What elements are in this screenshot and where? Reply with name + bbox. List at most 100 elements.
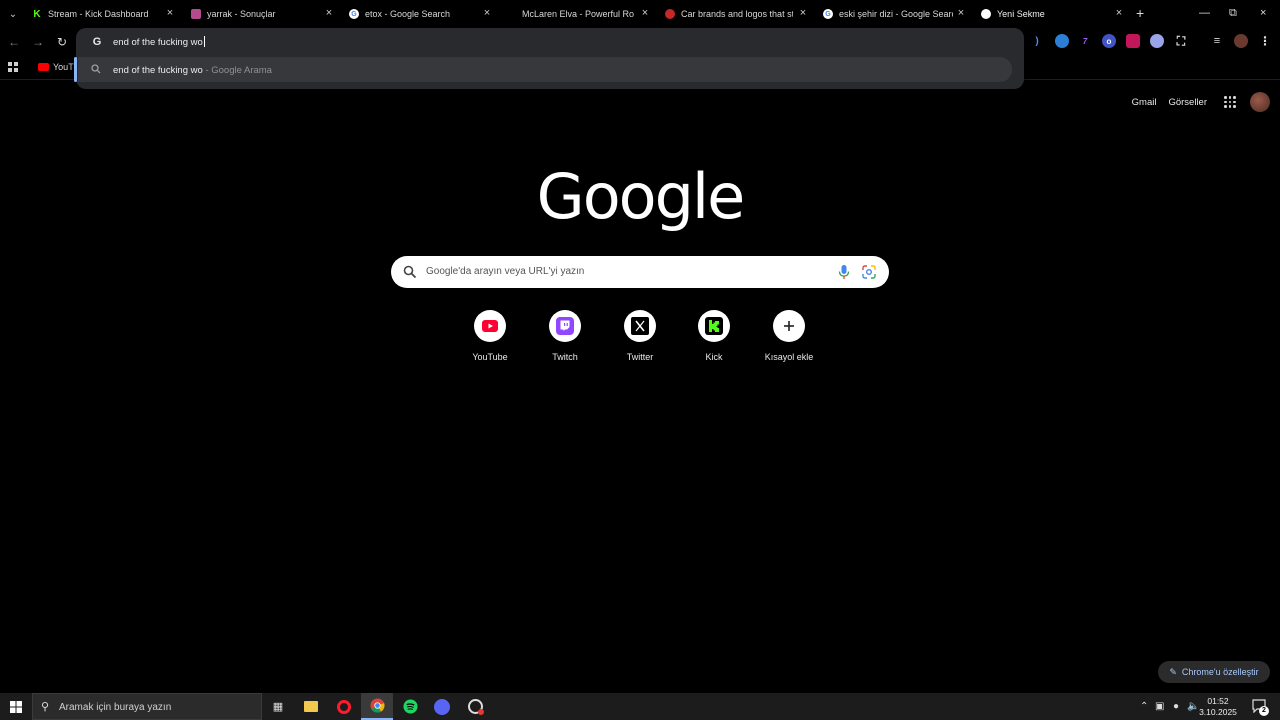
tab-yarrak-results[interactable]: yarrak - Sonuçlar	[191, 4, 321, 24]
extensions-puzzle-icon[interactable]: ⛶	[1174, 34, 1188, 48]
customize-label: Chrome'u özelleştir	[1181, 667, 1259, 677]
text-caret	[203, 36, 205, 47]
spotify-icon	[402, 699, 418, 714]
close-tab-icon[interactable]: ×	[1114, 8, 1124, 19]
gauge-icon	[467, 699, 484, 715]
tab-title: eski şehir dizi - Google Search	[839, 9, 953, 19]
tab-car-brands[interactable]: Car brands and logos that start	[665, 4, 793, 24]
taskbar-app-gauge[interactable]	[459, 693, 491, 720]
chrome-icon	[369, 698, 385, 713]
extension-blue-icon[interactable]	[1055, 34, 1069, 48]
taskbar-spotify[interactable]	[394, 693, 426, 720]
media-control-icon[interactable]: ≡	[1210, 34, 1224, 48]
x-icon	[631, 317, 649, 335]
minimize-icon[interactable]: —	[1199, 6, 1210, 20]
omnibox-suggestion[interactable]: end of the fucking wo - Google Arama	[78, 57, 1012, 82]
shortcut-twitter[interactable]: Twitter	[605, 310, 675, 362]
taskbar-chrome[interactable]	[361, 693, 393, 720]
extension-sound-icon[interactable]: )	[1030, 34, 1044, 48]
restore-icon[interactable]: ⧉	[1229, 6, 1237, 20]
tab-title: etox - Google Search	[365, 9, 451, 19]
tab-eski-sehir-search[interactable]: G eski şehir dizi - Google Search	[823, 4, 953, 24]
close-tab-icon[interactable]: ×	[165, 8, 175, 19]
shortcut-twitch[interactable]: Twitch	[530, 310, 600, 362]
folder-icon	[304, 701, 318, 712]
profile-avatar[interactable]	[1234, 34, 1248, 48]
windows-start-button[interactable]	[0, 693, 32, 720]
close-tab-icon[interactable]: ×	[956, 8, 966, 19]
suggestion-text: end of the fucking wo - Google Arama	[113, 65, 272, 76]
google-g-icon: G	[92, 36, 102, 48]
shortcut-kick[interactable]: Kick	[679, 310, 749, 362]
tab-mclaren-elva[interactable]: McLaren Elva - Powerful Roadst	[508, 4, 634, 24]
show-hidden-icons-chevron-icon[interactable]: ⌃	[1140, 701, 1148, 712]
tab-title: McLaren Elva - Powerful Roadst	[522, 9, 634, 19]
kick-icon	[705, 317, 723, 335]
shortcut-tile	[624, 310, 656, 342]
shortcut-add[interactable]: Kısayol ekle	[754, 310, 824, 362]
window-close-icon[interactable]: ×	[1260, 6, 1266, 20]
taskbar-file-explorer[interactable]	[295, 693, 327, 720]
tab-title: Yeni Sekme	[997, 9, 1045, 19]
chrome-icon	[981, 9, 991, 19]
suggestion-highlight-bar	[74, 57, 77, 82]
images-link[interactable]: Görseller	[1168, 97, 1207, 108]
taskbar-discord[interactable]	[426, 693, 458, 720]
plus-icon	[784, 321, 794, 331]
close-tab-icon[interactable]: ×	[482, 8, 492, 19]
network-icon[interactable]: ▣	[1155, 701, 1164, 712]
mclaren-icon	[508, 9, 516, 19]
shortcut-label: Kısayol ekle	[764, 352, 814, 362]
shortcut-youtube[interactable]: YouTube	[455, 310, 525, 362]
tab-new-tab[interactable]: Yeni Sekme	[981, 4, 1111, 24]
tab-search-chevron-icon[interactable]: ⌄	[4, 5, 22, 23]
extension-shield-icon[interactable]	[1126, 34, 1140, 48]
site-icon	[191, 9, 201, 19]
taskbar-opera[interactable]	[328, 693, 360, 720]
apps-grid-icon[interactable]	[8, 62, 18, 72]
tab-etox-search[interactable]: G etox - Google Search	[349, 4, 479, 24]
extension-round-icon[interactable]	[1150, 34, 1164, 48]
back-arrow-icon[interactable]: ←	[5, 33, 23, 51]
extension-violet-icon[interactable]: 7	[1078, 34, 1092, 48]
close-tab-icon[interactable]: ×	[798, 8, 808, 19]
google-header-links: Gmail Görseller	[1120, 92, 1270, 112]
notification-count-badge: 2	[1259, 706, 1269, 716]
extension-circle-icon[interactable]: o	[1102, 34, 1116, 48]
system-clock[interactable]: 01:52 3.10.2025	[1196, 696, 1240, 718]
address-bar-input[interactable]: end of the fucking wo	[113, 36, 205, 48]
task-view-button[interactable]: ▦	[262, 693, 294, 720]
tab-title: yarrak - Sonuçlar	[207, 9, 276, 19]
new-tab-plus-icon[interactable]: +	[1136, 6, 1144, 20]
opera-icon	[337, 699, 351, 714]
shortcut-label: Kick	[705, 352, 723, 362]
close-tab-icon[interactable]: ×	[324, 8, 334, 19]
clock-time: 01:52	[1207, 696, 1229, 706]
google-apps-icon[interactable]	[1224, 96, 1236, 108]
windows-taskbar: ⚲ Aramak için buraya yazın ▦ ⌃ ▣ ● 🔈 01:…	[0, 693, 1280, 720]
bookmark-youtube[interactable]: YouTu	[38, 62, 78, 72]
voice-search-mic-icon[interactable]	[838, 264, 850, 280]
shortcut-label: Twitch	[552, 352, 578, 362]
omnibox-dropdown: G end of the fucking wo end of the fucki…	[74, 28, 1024, 89]
close-tab-icon[interactable]: ×	[640, 8, 650, 19]
search-icon: ⚲	[41, 701, 50, 713]
account-avatar[interactable]	[1250, 92, 1270, 112]
gmail-link[interactable]: Gmail	[1132, 97, 1157, 108]
reload-icon[interactable]: ↻	[53, 33, 71, 51]
taskbar-search-box[interactable]: ⚲ Aramak için buraya yazın	[32, 693, 262, 720]
menu-kebab-icon[interactable]: ⋮	[1258, 34, 1272, 48]
tab-kick-dashboard[interactable]: K Stream - Kick Dashboard	[32, 4, 162, 24]
task-view-icon: ▦	[272, 701, 284, 713]
forward-arrow-icon[interactable]: →	[29, 33, 47, 51]
microphone-icon[interactable]: ●	[1173, 701, 1179, 712]
pencil-icon: ✎	[1169, 666, 1177, 677]
twitch-icon	[556, 317, 574, 335]
kick-icon: K	[32, 8, 42, 20]
google-icon: G	[823, 9, 833, 19]
customize-chrome-button[interactable]: ✎ Chrome'u özelleştir	[1158, 661, 1270, 683]
google-lens-icon[interactable]	[862, 265, 876, 279]
shortcut-tile	[773, 310, 805, 342]
google-search-box[interactable]: Google'da arayın veya URL'yi yazın	[391, 256, 889, 288]
search-placeholder: Google'da arayın veya URL'yi yazın	[426, 266, 585, 277]
